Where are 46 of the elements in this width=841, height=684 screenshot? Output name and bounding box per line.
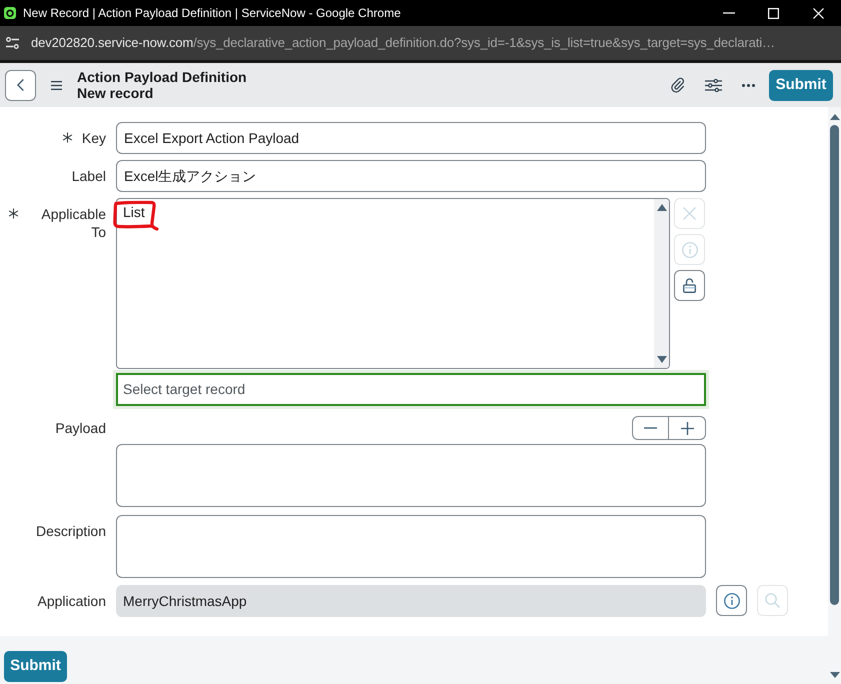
minimize-icon[interactable]	[722, 12, 734, 14]
form-title: Action Payload Definition	[77, 69, 247, 85]
close-icon[interactable]	[813, 8, 824, 18]
info-icon	[724, 592, 740, 608]
clear-icon	[683, 207, 696, 220]
lookup-field[interactable]: Select target record	[116, 373, 706, 406]
form-subtitle: New record	[77, 85, 154, 101]
search-icon	[765, 593, 780, 608]
scrollbar-thumb[interactable]	[830, 125, 839, 605]
maximize-icon[interactable]	[768, 8, 779, 18]
submit-button[interactable]: Submit	[4, 651, 67, 682]
add-button[interactable]	[669, 416, 706, 440]
input-field[interactable]: Excel生成アクション	[116, 160, 706, 192]
window-title: New Record | Action Payload Definition | ServiceNow - Google Chrome	[23, 6, 401, 20]
reference-field[interactable]: MerryChristmasApp	[116, 585, 706, 617]
field-label: Application	[38, 592, 106, 610]
minus-icon	[644, 427, 657, 429]
field-label: Applicable To	[40, 205, 106, 241]
field-label: Payload	[55, 419, 106, 437]
plus-icon	[680, 422, 694, 434]
input-field[interactable]: Excel Export Action Payload	[116, 122, 706, 154]
site-settings-icon[interactable]	[6, 37, 19, 49]
more-icon[interactable]	[742, 84, 755, 86]
list-box[interactable]: List	[116, 198, 670, 369]
textarea-field[interactable]	[116, 444, 706, 507]
paperclip-icon[interactable]	[670, 77, 685, 93]
app-logo-icon	[4, 7, 16, 19]
scroll-up-icon[interactable]	[656, 204, 666, 211]
back-button[interactable]	[5, 70, 36, 100]
scroll-up-icon[interactable]	[830, 114, 840, 120]
submit-button[interactable]: Submit	[769, 70, 833, 100]
unlocked-padlock-icon	[683, 278, 696, 293]
field-label: Description	[36, 522, 106, 540]
remove-button[interactable]	[632, 416, 669, 440]
field-label: Label	[72, 167, 106, 185]
textarea-field[interactable]	[116, 515, 706, 578]
info-icon	[682, 242, 698, 258]
lock-button[interactable]	[674, 270, 705, 301]
scroll-down-icon[interactable]	[830, 672, 840, 678]
sliders-icon[interactable]	[705, 78, 722, 92]
chevron-left-icon	[17, 79, 24, 91]
field-label: Key	[82, 129, 106, 147]
info-button[interactable]	[716, 585, 747, 616]
scroll-down-icon[interactable]	[656, 356, 666, 363]
menu-icon[interactable]	[51, 80, 62, 90]
list-option[interactable]: List	[123, 203, 145, 221]
